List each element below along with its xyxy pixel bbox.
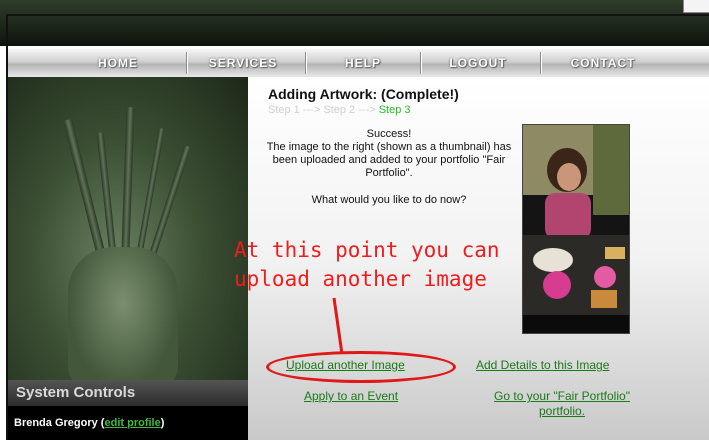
annotation-pointer-line (332, 297, 344, 355)
step-2: Step 2 (323, 104, 356, 116)
apply-to-event-link[interactable]: Apply to an Event (304, 389, 398, 403)
next-action-question: What would you like to do now? (311, 194, 467, 206)
go-to-portfolio-link[interactable]: Go to your "Fair Portfolio" portfolio. (474, 389, 650, 419)
success-heading: Success! (366, 128, 412, 140)
step-arrow: ---> (355, 104, 379, 116)
annotation-line-2: upload another image (234, 267, 487, 291)
step-arrow: ---> (299, 104, 324, 116)
add-details-link[interactable]: Add Details to this Image (476, 358, 609, 372)
annotation-line-1: At this point you can (234, 238, 500, 262)
thumbnail-photo (523, 125, 629, 333)
nav-contact[interactable]: CONTACT (543, 49, 663, 77)
page-title: Adding Artwork: (Complete!) (268, 86, 459, 102)
window-corner-tab (683, 0, 709, 13)
system-controls-heading: System Controls (8, 380, 248, 406)
success-message: Success! The image to the right (shown a… (258, 128, 520, 180)
nav-services[interactable]: SERVICES (188, 49, 298, 77)
nav-home[interactable]: HOME (68, 49, 168, 77)
nav-divider (420, 52, 422, 74)
edit-profile-link[interactable]: edit profile (104, 417, 160, 429)
step-1: Step 1 (268, 104, 300, 116)
user-name: Brenda Gregory (14, 417, 98, 429)
nav-help[interactable]: HELP (308, 49, 418, 77)
user-bar: Brenda Gregory (edit profile) (8, 406, 248, 440)
hand-shape (68, 247, 178, 387)
main-navigation: HOME SERVICES HELP LOGOUT CONTACT (8, 48, 709, 78)
step-progress: Step 1 ---> Step 2 ---> Step 3 (268, 104, 411, 116)
nav-divider (305, 52, 307, 74)
uploaded-image-thumbnail (522, 124, 630, 334)
nav-divider (540, 52, 542, 74)
upload-another-image-link[interactable]: Upload another Image (286, 358, 405, 372)
nav-logout[interactable]: LOGOUT (423, 49, 533, 77)
step-3-current: Step 3 (378, 104, 411, 116)
success-body: The image to the right (shown as a thumb… (266, 141, 512, 179)
tutorial-annotation: At this point you can upload another ima… (234, 236, 524, 294)
